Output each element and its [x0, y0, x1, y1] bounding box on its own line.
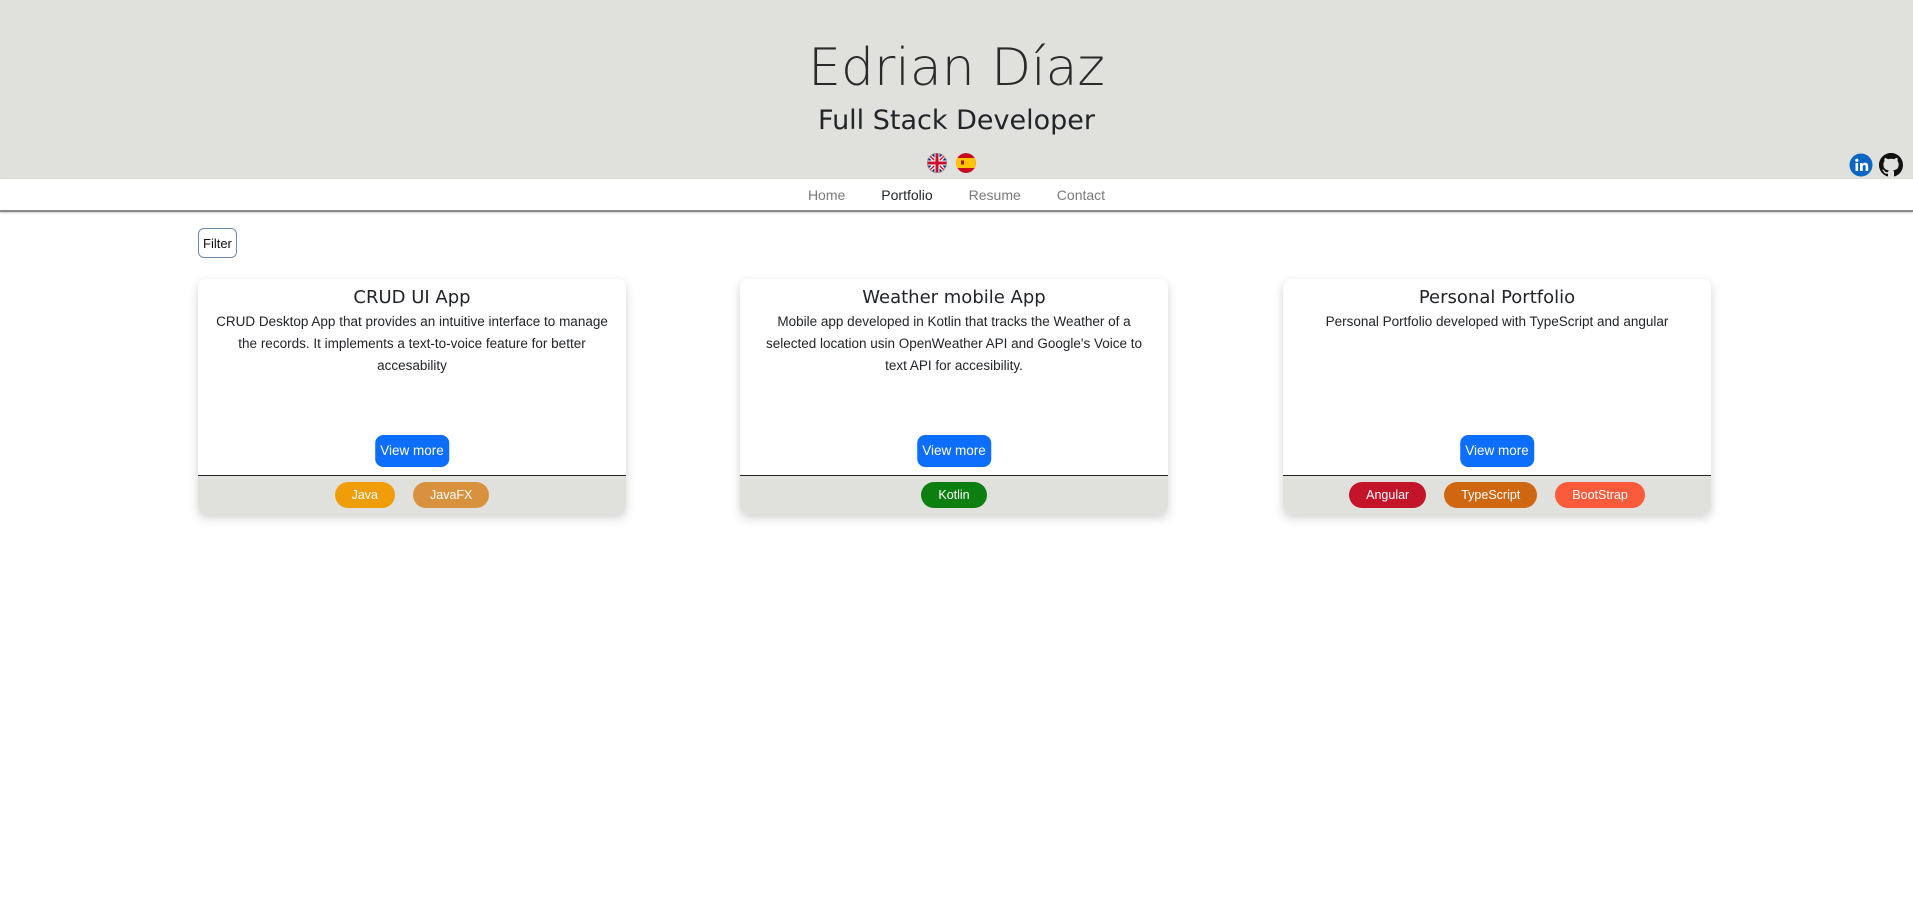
nav-contact[interactable]: Contact	[1039, 186, 1123, 204]
tag-badge: TypeScript	[1444, 482, 1538, 508]
social-links	[1849, 153, 1903, 177]
view-more-button[interactable]: View more	[1460, 435, 1534, 467]
card-title: Weather mobile App	[862, 287, 1046, 308]
card-tags: Angular TypeScript BootStrap	[1283, 475, 1711, 514]
card-tags: Java JavaFX	[198, 475, 626, 514]
tag-badge: Java	[334, 482, 395, 508]
project-card: Personal Portfolio Personal Portfolio de…	[1283, 279, 1711, 514]
hero-name: Edrian Díaz	[808, 38, 1105, 98]
tag-badge: JavaFX	[413, 482, 490, 508]
nav-home[interactable]: Home	[790, 186, 863, 204]
uk-flag-icon[interactable]	[927, 153, 947, 173]
card-description: Personal Portfolio developed with TypeSc…	[1325, 314, 1669, 329]
github-icon[interactable]	[1879, 153, 1903, 177]
view-more-button[interactable]: View more	[375, 435, 449, 467]
page-header: Edrian Díaz Full Stack Developer	[0, 0, 1913, 179]
tag-badge: Kotlin	[921, 482, 987, 508]
language-switcher	[927, 153, 976, 173]
filter-button[interactable]: Filter	[198, 228, 237, 258]
view-more-button[interactable]: View more	[917, 435, 991, 467]
navbar: Home Portfolio Resume Contact	[0, 179, 1913, 212]
project-card: CRUD UI App CRUD Desktop App that provid…	[198, 279, 626, 514]
card-description: Mobile app developed in Kotlin that trac…	[765, 314, 1143, 373]
card-description: CRUD Desktop App that provides an intuit…	[216, 314, 608, 373]
card-title: CRUD UI App	[353, 287, 471, 308]
card-title: Personal Portfolio	[1418, 287, 1576, 308]
nav-portfolio[interactable]: Portfolio	[863, 186, 950, 204]
tag-badge: Angular	[1349, 482, 1427, 508]
tag-badge: BootStrap	[1555, 482, 1645, 508]
card-tags: Kotlin	[740, 475, 1168, 514]
linkedin-icon[interactable]	[1849, 153, 1873, 177]
hero-role: Full Stack Developer	[818, 105, 1095, 136]
nav-links: Home Portfolio Resume Contact	[0, 186, 1913, 204]
spain-flag-icon[interactable]	[956, 153, 976, 173]
nav-resume[interactable]: Resume	[951, 186, 1039, 204]
project-card: Weather mobile App Mobile app developed …	[740, 279, 1168, 514]
